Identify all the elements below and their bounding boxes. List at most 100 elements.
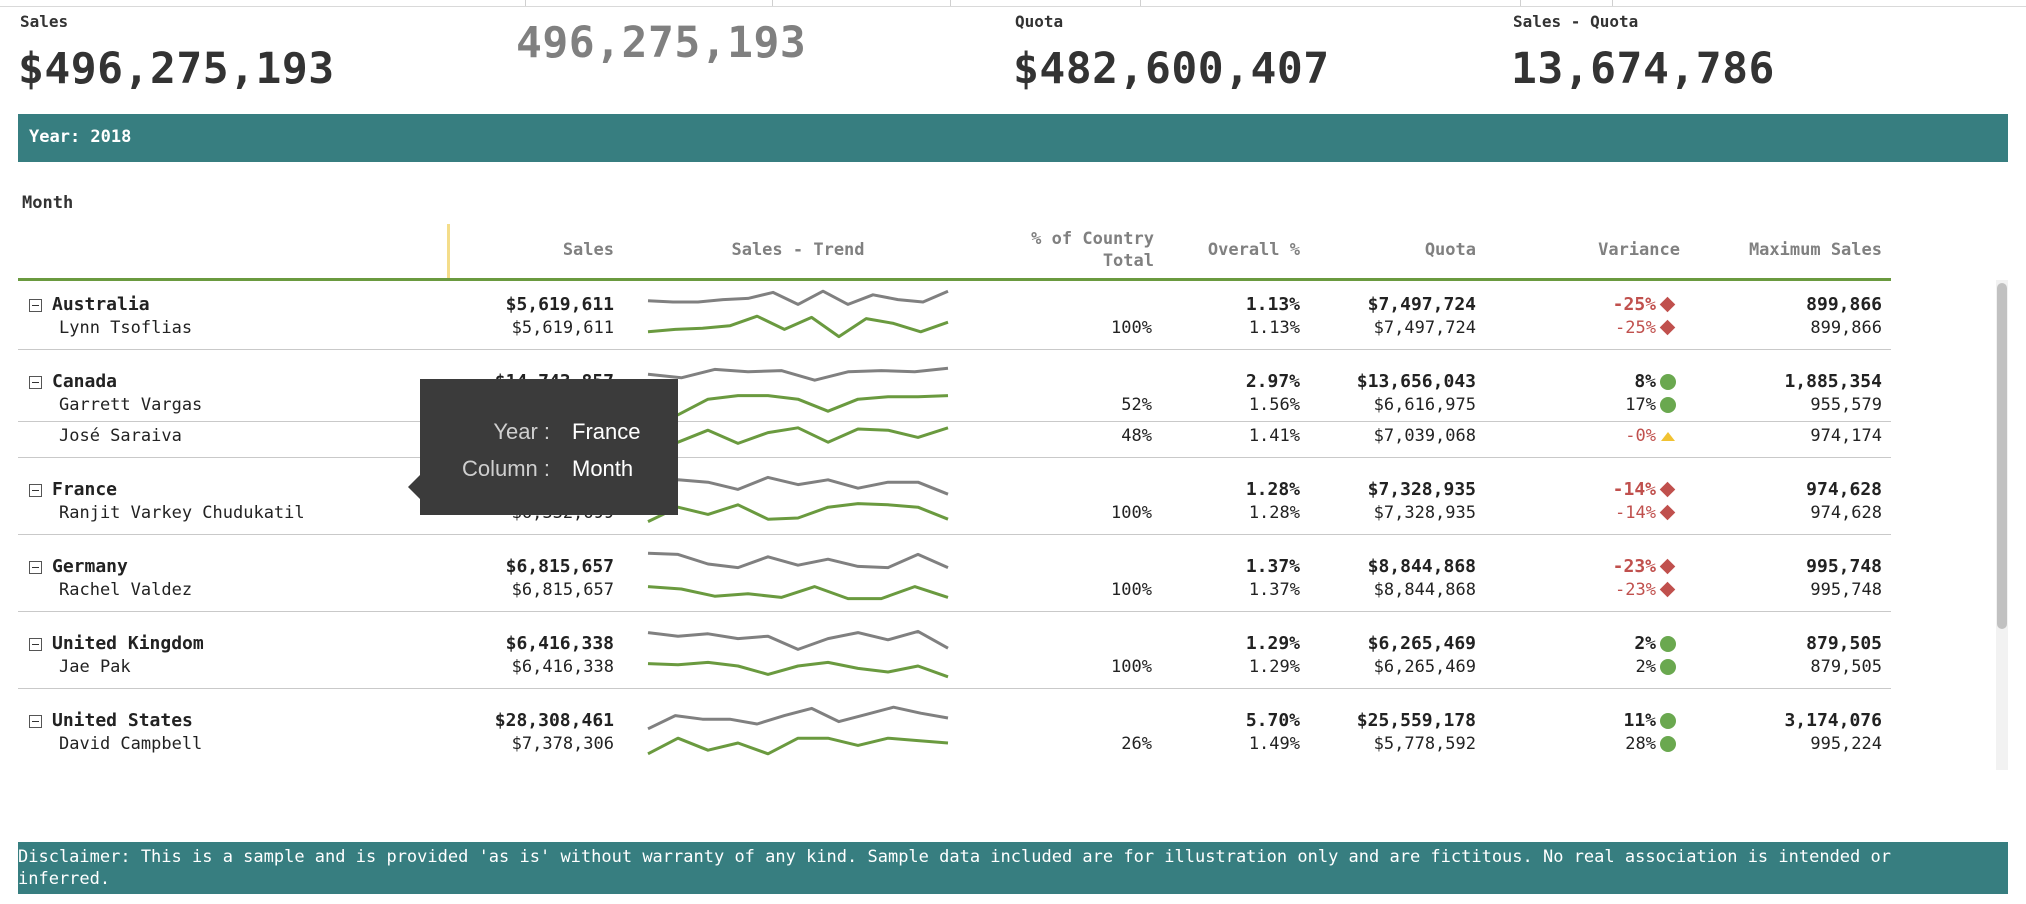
header-pct-country-line2[interactable]: Total xyxy=(960,251,1154,271)
sparkline-country-united-kingdom xyxy=(647,629,949,651)
person-pct-country: 100% xyxy=(1111,657,1152,677)
person-name[interactable]: Rachel Valdez xyxy=(59,580,192,600)
person-name[interactable]: Ranjit Varkey Chudukatil xyxy=(59,503,305,523)
person-max-sales: 974,628 xyxy=(1810,503,1882,523)
person-name[interactable]: David Campbell xyxy=(59,734,202,754)
header-pct-country-line1[interactable]: % of Country xyxy=(960,229,1154,249)
kpi-sales-minus-quota-value: 13,674,786 xyxy=(1511,44,1775,94)
person-variance-red-diamond-icon xyxy=(1659,504,1676,521)
person-variance-red-diamond-icon xyxy=(1659,581,1676,598)
collapse-united-kingdom-icon[interactable] xyxy=(29,638,42,651)
country-max-sales: 1,885,354 xyxy=(1784,371,1882,392)
sparkline-country-canada xyxy=(647,366,949,382)
collapse-germany-icon[interactable] xyxy=(29,561,42,574)
person-pct-country: 100% xyxy=(1111,318,1152,338)
tooltip-key-column: Column : xyxy=(461,456,550,481)
country-name-germany[interactable]: Germany xyxy=(52,556,128,577)
country-overall-pct: 1.28% xyxy=(1245,479,1300,500)
sparkline-country-france xyxy=(647,475,949,496)
person-pct-country: 100% xyxy=(1111,503,1152,523)
person-name[interactable]: Jae Pak xyxy=(59,657,131,677)
top-tabs-strip xyxy=(0,0,2026,7)
country-max-sales: 3,174,076 xyxy=(1784,710,1882,731)
country-variance-red-diamond-icon xyxy=(1659,481,1676,498)
country-overall-pct: 1.37% xyxy=(1245,556,1300,577)
header-sales-trend[interactable]: Sales - Trend xyxy=(648,240,948,260)
country-name-france[interactable]: France xyxy=(52,479,117,500)
person-variance-green-dot-icon xyxy=(1660,736,1676,752)
person-variance-red-diamond-icon xyxy=(1659,319,1676,336)
sparkline-person xyxy=(647,736,949,756)
sparkline-person-line xyxy=(647,736,949,756)
tooltip-value-year: France xyxy=(572,419,641,444)
collapse-canada-icon[interactable] xyxy=(29,376,42,389)
person-overall-pct: 1.37% xyxy=(1248,580,1300,600)
country-variance: -23% xyxy=(1612,556,1656,577)
country-group-separator xyxy=(18,611,1891,612)
country-max-sales: 879,505 xyxy=(1806,633,1882,654)
sparkline-country-germany-line xyxy=(647,551,949,570)
country-max-sales: 899,866 xyxy=(1806,294,1882,315)
kpi-sales-value: $496,275,193 xyxy=(18,44,335,94)
country-name-canada[interactable]: Canada xyxy=(52,371,117,392)
country-variance: 8% xyxy=(1634,371,1656,392)
person-name[interactable]: Lynn Tsoflias xyxy=(59,318,192,338)
person-overall-pct: 1.49% xyxy=(1248,734,1300,754)
country-name-australia[interactable]: Australia xyxy=(52,294,150,315)
sparkline-country-united-kingdom-line xyxy=(647,629,949,651)
collapse-united-states-icon[interactable] xyxy=(29,715,42,728)
header-quota[interactable]: Quota xyxy=(1320,240,1476,260)
sparkline-country-france-line xyxy=(647,475,949,496)
header-maximum-sales[interactable]: Maximum Sales xyxy=(1700,240,1882,260)
person-overall-pct: 1.56% xyxy=(1248,395,1300,415)
sparkline-person-line xyxy=(647,585,949,601)
sparkline-person xyxy=(647,394,949,417)
country-group-separator xyxy=(18,349,1891,350)
sparkline-person-line xyxy=(647,394,949,417)
sparkline-person-line xyxy=(647,660,949,679)
tooltip-key-year: Year : xyxy=(493,419,550,444)
person-max-sales: 974,174 xyxy=(1810,426,1882,446)
person-variance-green-dot-icon xyxy=(1660,659,1676,675)
country-quota: $6,265,469 xyxy=(1367,633,1476,654)
country-name-united-kingdom[interactable]: United Kingdom xyxy=(52,633,204,654)
country-variance: -14% xyxy=(1612,479,1656,500)
country-sales: $5,619,611 xyxy=(505,294,614,315)
country-variance: -25% xyxy=(1612,294,1656,315)
country-name-united-states[interactable]: United States xyxy=(52,710,193,731)
person-max-sales: 899,866 xyxy=(1810,318,1882,338)
person-variance: -25% xyxy=(1615,318,1656,338)
header-variance[interactable]: Variance xyxy=(1500,240,1680,260)
country-quota: $7,497,724 xyxy=(1367,294,1476,315)
sparkline-person-line xyxy=(647,426,949,445)
person-overall-pct: 1.13% xyxy=(1248,318,1300,338)
scrollbar-thumb[interactable] xyxy=(1997,283,2007,629)
country-quota: $13,656,043 xyxy=(1356,371,1476,392)
person-name[interactable]: José Saraiva xyxy=(59,426,182,446)
person-quota: $7,039,068 xyxy=(1373,426,1476,446)
country-sales: $6,416,338 xyxy=(505,633,614,654)
country-variance-red-diamond-icon xyxy=(1659,558,1676,575)
year-banner: Year: 2018 xyxy=(18,114,2008,162)
person-variance: -0% xyxy=(1625,426,1656,446)
person-variance: 2% xyxy=(1635,657,1656,677)
month-label: Month xyxy=(22,193,74,213)
person-max-sales: 995,224 xyxy=(1810,734,1882,754)
person-sales: $7,378,306 xyxy=(511,734,614,754)
header-overall-pct[interactable]: Overall % xyxy=(1160,240,1300,260)
kpi-sales-minus-quota-label: Sales - Quota xyxy=(1513,12,1639,31)
column-resize-handle[interactable] xyxy=(447,224,450,278)
person-variance-green-dot-icon xyxy=(1660,397,1676,413)
sparkline-person xyxy=(647,426,949,445)
kpi-quota-label: Quota xyxy=(1015,12,1064,31)
header-sales[interactable]: Sales xyxy=(470,240,614,260)
person-max-sales: 995,748 xyxy=(1810,580,1882,600)
country-sales: $28,308,461 xyxy=(494,710,614,731)
kpi-quota-value: $482,600,407 xyxy=(1013,44,1330,94)
person-name[interactable]: Garrett Vargas xyxy=(59,395,202,415)
person-max-sales: 879,505 xyxy=(1810,657,1882,677)
country-sales: $6,815,657 xyxy=(505,556,614,577)
collapse-france-icon[interactable] xyxy=(29,484,42,497)
collapse-australia-icon[interactable] xyxy=(29,299,42,312)
person-sales: $6,416,338 xyxy=(511,657,614,677)
